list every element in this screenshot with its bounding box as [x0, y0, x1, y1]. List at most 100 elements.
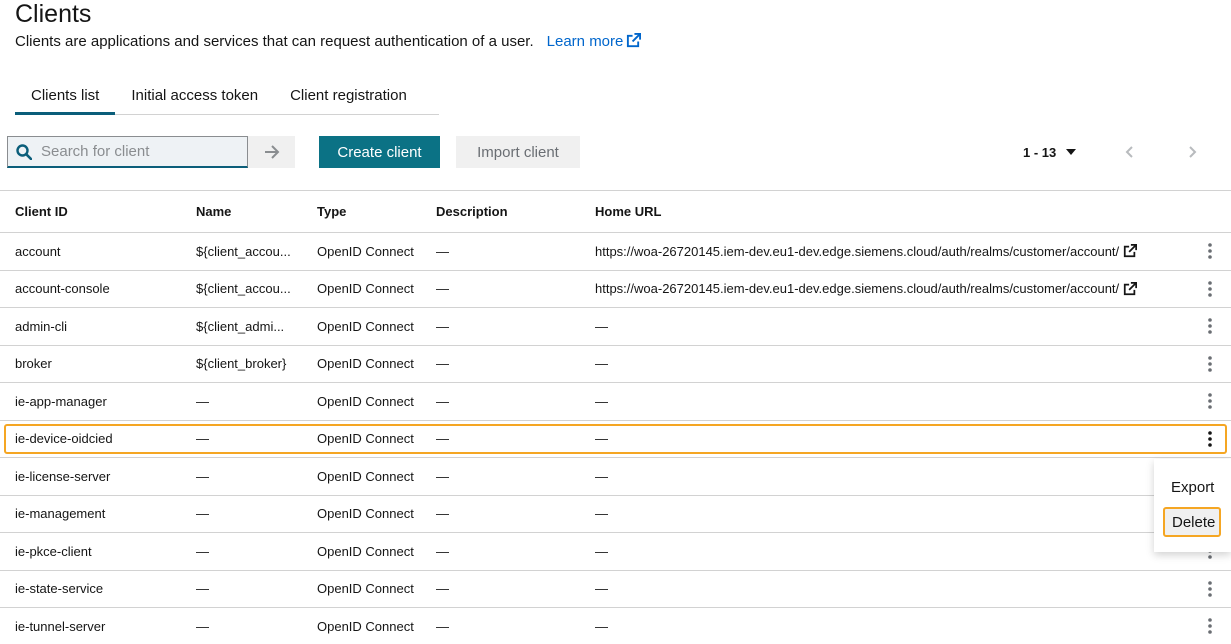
client-type: OpenID Connect	[317, 543, 414, 559]
client-type: OpenID Connect	[317, 393, 414, 409]
client-name: —	[196, 393, 209, 409]
client-id-link[interactable]: ie-pkce-client	[15, 533, 185, 570]
row-actions-button[interactable]	[1203, 421, 1217, 458]
client-description: —	[436, 431, 449, 447]
row-actions-button[interactable]	[1203, 383, 1217, 420]
row-actions-button[interactable]	[1203, 346, 1217, 383]
client-id-link[interactable]: admin-cli	[15, 308, 185, 345]
header-home-url[interactable]: Home URL	[595, 191, 1195, 232]
home-url: —	[595, 506, 608, 522]
home-url: —	[595, 431, 608, 447]
table-row: account ${client_accou... OpenID Connect — h…	[0, 233, 1231, 271]
client-name: —	[196, 468, 209, 484]
kebab-icon	[1208, 243, 1212, 260]
client-description: —	[436, 318, 449, 334]
client-id-link[interactable]: ie-license-server	[15, 458, 185, 495]
table-row: ie-device-oidcied — OpenID Connect — —	[0, 421, 1231, 458]
header-client-id[interactable]: Client ID	[15, 191, 185, 232]
search-input[interactable]	[41, 143, 231, 160]
home-url: —	[595, 393, 608, 409]
tab-client-registration[interactable]: Client registration	[274, 79, 423, 114]
clients-table: Client ID Name Type Description Home URL…	[0, 190, 1231, 644]
table-body: account ${client_accou... OpenID Connect — h…	[0, 233, 1231, 644]
client-id-link[interactable]: account	[15, 233, 185, 270]
export-menu-item[interactable]: Export	[1154, 467, 1231, 507]
client-description: —	[436, 468, 449, 484]
client-description: —	[436, 506, 449, 522]
client-description: —	[436, 618, 449, 634]
client-id-link[interactable]: broker	[15, 346, 185, 383]
client-id-link[interactable]: ie-app-manager	[15, 383, 185, 420]
client-type: OpenID Connect	[317, 243, 414, 259]
client-name: —	[196, 431, 209, 447]
search-box	[7, 136, 248, 168]
client-name: ${client_broker}	[196, 356, 287, 372]
kebab-icon	[1208, 355, 1212, 372]
table-row: ie-management — OpenID Connect — —	[0, 496, 1231, 533]
table-row: ie-pkce-client — OpenID Connect — —	[0, 533, 1231, 571]
learn-more-link[interactable]: Learn more	[547, 33, 642, 50]
chevron-left-icon	[1125, 146, 1133, 158]
home-url-link[interactable]: https://woa-26720145.iem-dev.eu1-dev.edg…	[595, 233, 1195, 270]
tab-bar: Clients list Initial access token Client…	[15, 79, 439, 115]
table-row: ie-app-manager — OpenID Connect — —	[0, 383, 1231, 421]
client-id-link[interactable]: ie-tunnel-server	[15, 608, 185, 644]
home-url: —	[595, 318, 608, 334]
kebab-icon	[1208, 580, 1212, 597]
table-header: Client ID Name Type Description Home URL	[0, 191, 1231, 233]
pagination-range-toggle[interactable]: 1 - 13	[1023, 136, 1077, 168]
row-actions-button[interactable]	[1203, 233, 1217, 270]
client-name: ${client_accou...	[196, 281, 291, 297]
delete-menu-item[interactable]: Delete	[1163, 507, 1221, 537]
client-id-link[interactable]: account-console	[15, 271, 185, 308]
chevron-right-icon	[1189, 146, 1197, 158]
row-actions-button[interactable]	[1203, 571, 1217, 608]
client-type: OpenID Connect	[317, 581, 414, 597]
home-url-link[interactable]: https://woa-26720145.iem-dev.eu1-dev.edg…	[595, 271, 1195, 308]
client-id-link[interactable]: ie-management	[15, 496, 185, 533]
table-row: ie-tunnel-server — OpenID Connect — —	[0, 608, 1231, 644]
client-id-link[interactable]: ie-state-service	[15, 571, 185, 608]
client-description: —	[436, 393, 449, 409]
table-row: ie-state-service — OpenID Connect — —	[0, 571, 1231, 608]
client-description: —	[436, 243, 449, 259]
kebab-icon	[1208, 618, 1212, 635]
home-url-text: https://woa-26720145.iem-dev.eu1-dev.edg…	[595, 243, 1120, 259]
row-actions-button[interactable]	[1203, 608, 1217, 644]
client-type: OpenID Connect	[317, 618, 414, 634]
client-id-link[interactable]: ie-device-oidcied	[15, 421, 185, 458]
previous-page-button[interactable]	[1117, 136, 1141, 168]
header-name[interactable]: Name	[196, 191, 302, 232]
client-description: —	[436, 281, 449, 297]
client-type: OpenID Connect	[317, 506, 414, 522]
row-actions-button[interactable]	[1203, 271, 1217, 308]
row-actions-button[interactable]	[1203, 308, 1217, 345]
search-submit-button[interactable]	[248, 136, 295, 168]
header-type[interactable]: Type	[317, 191, 429, 232]
tab-clients-list[interactable]: Clients list	[15, 79, 116, 115]
kebab-icon	[1208, 280, 1212, 297]
page-title: Clients	[15, 0, 92, 28]
external-link-icon	[1124, 244, 1138, 258]
client-name: ${client_accou...	[196, 243, 291, 259]
search-icon	[16, 143, 32, 160]
kebab-icon	[1208, 393, 1212, 410]
header-description[interactable]: Description	[436, 191, 586, 232]
table-row: account-console ${client_accou... OpenID C…	[0, 271, 1231, 308]
kebab-icon	[1208, 430, 1212, 447]
tab-initial-access-token[interactable]: Initial access token	[115, 79, 274, 114]
row-actions-menu: Export Delete	[1154, 459, 1231, 552]
home-url: —	[595, 543, 608, 559]
create-client-button[interactable]: Create client	[319, 136, 440, 168]
import-client-button[interactable]: Import client	[456, 136, 580, 168]
client-description: —	[436, 581, 449, 597]
kebab-icon	[1208, 318, 1212, 335]
client-name: —	[196, 581, 209, 597]
home-url: —	[595, 356, 608, 372]
client-name: ${client_admi...	[196, 318, 285, 334]
client-type: OpenID Connect	[317, 318, 414, 334]
home-url: —	[595, 581, 608, 597]
next-page-button[interactable]	[1181, 136, 1205, 168]
toolbar: Create client Import client 1 - 13	[7, 136, 1231, 168]
page-description: Clients are applications and services th…	[15, 33, 642, 51]
